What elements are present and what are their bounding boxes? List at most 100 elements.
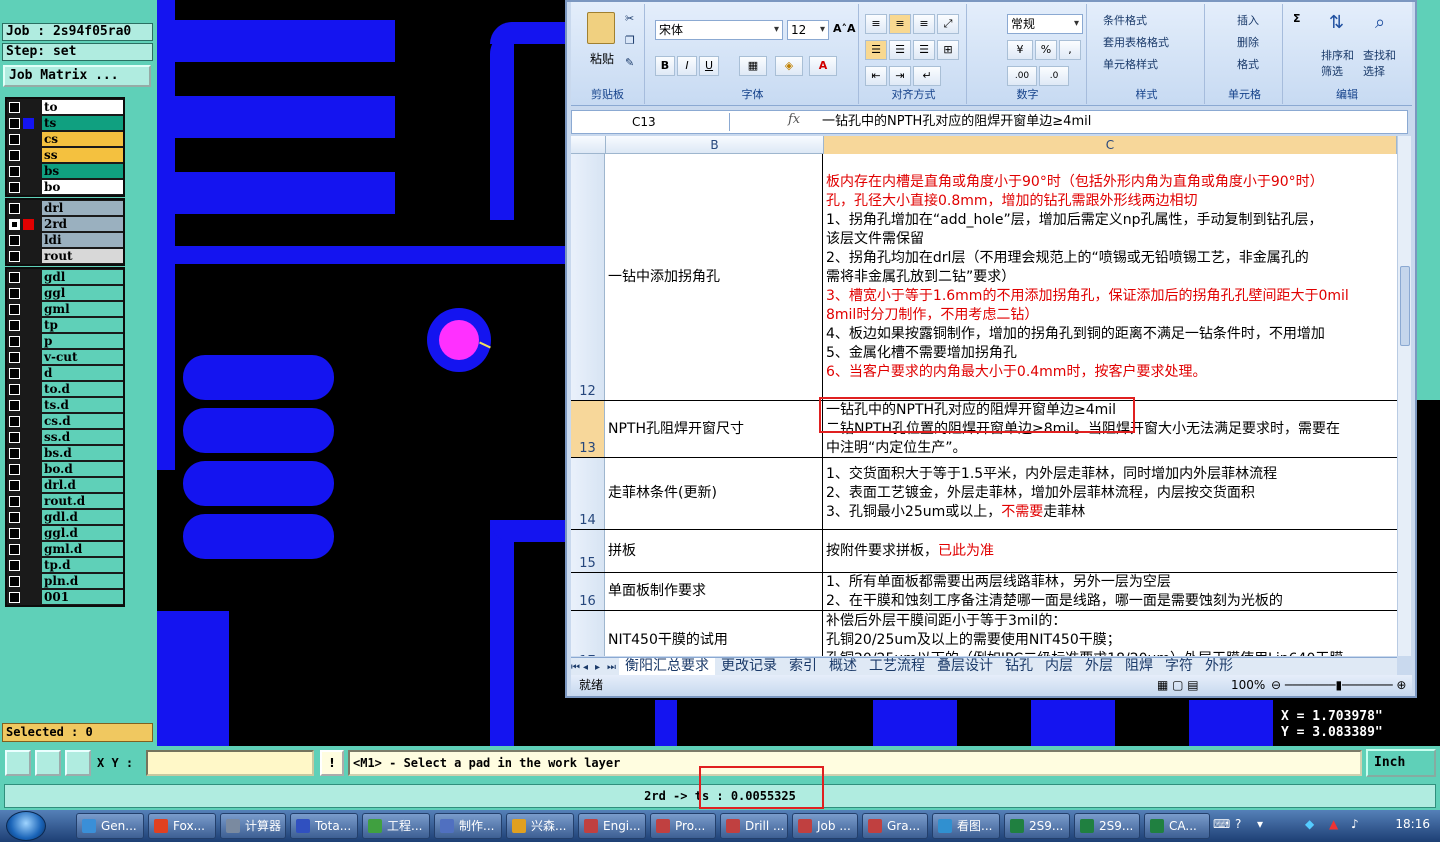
taskbar-item[interactable]: Tota...	[290, 813, 358, 839]
network-icon[interactable]: ◆	[1305, 817, 1314, 831]
tab-nav-icon[interactable]: ⏭	[607, 662, 619, 673]
align-bottom-icon[interactable]: ≡	[913, 14, 935, 34]
insert-button[interactable]: 插入	[1237, 12, 1259, 28]
layer-name[interactable]: bo.d	[42, 462, 123, 476]
layer-name[interactable]: 001	[42, 590, 123, 604]
table-format-button[interactable]: 套用表格格式	[1103, 34, 1169, 50]
layer-name[interactable]: cs	[42, 132, 123, 146]
layer-row[interactable]: drl.d	[7, 477, 123, 493]
taskbar-item[interactable]: 工程...	[362, 813, 430, 839]
layer-name[interactable]: pln.d	[42, 574, 123, 588]
function-icon[interactable]: fx	[788, 112, 800, 127]
layer-checkbox[interactable]	[9, 117, 20, 129]
layer-row[interactable]: 001	[7, 589, 123, 605]
tab-nav-icon[interactable]: ◂	[583, 662, 595, 673]
layer-checkbox[interactable]	[9, 133, 20, 145]
layer-row[interactable]: pln.d	[7, 573, 123, 589]
layer-name[interactable]: gml.d	[42, 542, 123, 556]
layer-row[interactable]: bo	[7, 179, 123, 195]
number-format-select[interactable]: 常规	[1007, 14, 1083, 34]
find-select-icon[interactable]: ⌕	[1375, 12, 1385, 33]
layer-row[interactable]: gml	[7, 301, 123, 317]
indent-increase-icon[interactable]: ⇥	[889, 66, 911, 86]
format-button[interactable]: 格式	[1237, 56, 1259, 72]
taskbar-item[interactable]: CA...	[1144, 813, 1210, 839]
taskbar-item[interactable]: 2S9...	[1074, 813, 1140, 839]
merge-icon[interactable]: ⊞	[937, 40, 959, 60]
layer-name[interactable]: v-cut	[42, 350, 123, 364]
layer-name[interactable]: ss	[42, 148, 123, 162]
taskbar-item[interactable]: Fox...	[148, 813, 216, 839]
paste-icon[interactable]	[587, 12, 615, 44]
layer-checkbox[interactable]	[9, 591, 20, 603]
layer-row[interactable]: tp.d	[7, 557, 123, 573]
align-center-icon[interactable]: ☰	[889, 40, 911, 60]
align-middle-icon[interactable]: ≡	[889, 14, 911, 34]
layer-name[interactable]: d	[42, 366, 123, 380]
unit-selector[interactable]: Inch	[1366, 749, 1436, 777]
volume-icon[interactable]: ♪	[1351, 817, 1359, 831]
percent-icon[interactable]: %	[1035, 40, 1057, 60]
copy-icon[interactable]: ❐	[625, 34, 635, 47]
align-left-icon[interactable]: ☰	[865, 40, 887, 60]
column-header-b[interactable]: B	[606, 136, 824, 154]
layer-checkbox[interactable]	[9, 101, 20, 113]
layer-name[interactable]: ts	[42, 116, 123, 130]
taskbar-item[interactable]: 2S9...	[1004, 813, 1070, 839]
layer-row[interactable]: ss.d	[7, 429, 123, 445]
row-header[interactable]: 13	[571, 401, 605, 457]
layer-row[interactable]: bo.d	[7, 461, 123, 477]
smd-pad[interactable]	[183, 408, 334, 453]
layer-checkbox[interactable]	[9, 511, 20, 523]
keyboard-icon[interactable]: ⌨	[1213, 817, 1230, 831]
orientation-icon[interactable]: ⤢	[937, 14, 959, 34]
layer-name[interactable]: to	[42, 100, 123, 114]
smd-pad[interactable]	[183, 461, 334, 506]
cell-c[interactable]: 1、交货面积大于等于1.5平米，内外层走菲林，同时增加内外层菲林流程 2、表面工艺…	[824, 458, 1397, 529]
layer-name[interactable]: to.d	[42, 382, 123, 396]
warning-button[interactable]: !	[320, 750, 344, 776]
sheet-tab[interactable]: 内层	[1039, 658, 1079, 675]
tray-arrow-icon[interactable]: ▾	[1257, 817, 1263, 831]
indent-decrease-icon[interactable]: ⇤	[865, 66, 887, 86]
layer-checkbox[interactable]	[9, 335, 20, 347]
layer-name[interactable]: drl.d	[42, 478, 123, 492]
increase-decimal-icon[interactable]: .00	[1007, 66, 1037, 86]
layer-name[interactable]: cs.d	[42, 414, 123, 428]
comma-icon[interactable]: ,	[1059, 40, 1081, 60]
layer-name[interactable]: ss.d	[42, 430, 123, 444]
sheet-tab[interactable]: 衡阳汇总要求	[619, 658, 715, 675]
layer-checkbox[interactable]	[9, 165, 20, 177]
view-buttons-icon[interactable]: ▦ ▢ ▤	[1157, 675, 1199, 695]
layer-row[interactable]: gml.d	[7, 541, 123, 557]
taskbar-item[interactable]: Drill ...	[720, 813, 788, 839]
taskbar-item[interactable]: 看图...	[932, 813, 1000, 839]
layer-checkbox[interactable]	[9, 463, 20, 475]
layer-row[interactable]: p	[7, 333, 123, 349]
layer-name[interactable]: ldi	[42, 233, 123, 247]
layer-row[interactable]: cs.d	[7, 413, 123, 429]
selected-pad[interactable]	[439, 320, 479, 360]
layer-row[interactable]: to.d	[7, 381, 123, 397]
layer-checkbox[interactable]	[9, 271, 20, 283]
sheet-tab[interactable]: 概述	[823, 658, 863, 675]
sheet-tab[interactable]: 钻孔	[999, 658, 1039, 675]
layer-row[interactable]: bs	[7, 163, 123, 179]
cut-icon[interactable]: ✂	[625, 12, 634, 25]
align-top-icon[interactable]: ≡	[865, 14, 887, 34]
layer-name[interactable]: 2rd	[42, 217, 123, 231]
column-header-c[interactable]: C	[824, 136, 1397, 154]
taskbar-item[interactable]: 计算器	[220, 813, 286, 839]
smd-pad[interactable]	[183, 514, 334, 559]
layer-name[interactable]: tp	[42, 318, 123, 332]
layer-row[interactable]: ldi	[7, 232, 123, 248]
find-select-button[interactable]: 查找和 选择	[1363, 48, 1396, 80]
row-header[interactable]: 12	[571, 154, 605, 400]
formula-input[interactable]: 一钻孔中的NPTH孔对应的阻焊开窗单边≥4mil	[822, 113, 1091, 131]
conditional-format-button[interactable]: 条件格式	[1103, 12, 1147, 28]
border-icon[interactable]: ▦	[739, 56, 767, 76]
cell-b[interactable]: 走菲林条件(更新)	[606, 458, 823, 529]
zoom-window-icon[interactable]	[5, 750, 31, 776]
layer-checkbox[interactable]	[9, 250, 20, 262]
layer-checkbox[interactable]	[9, 351, 20, 363]
